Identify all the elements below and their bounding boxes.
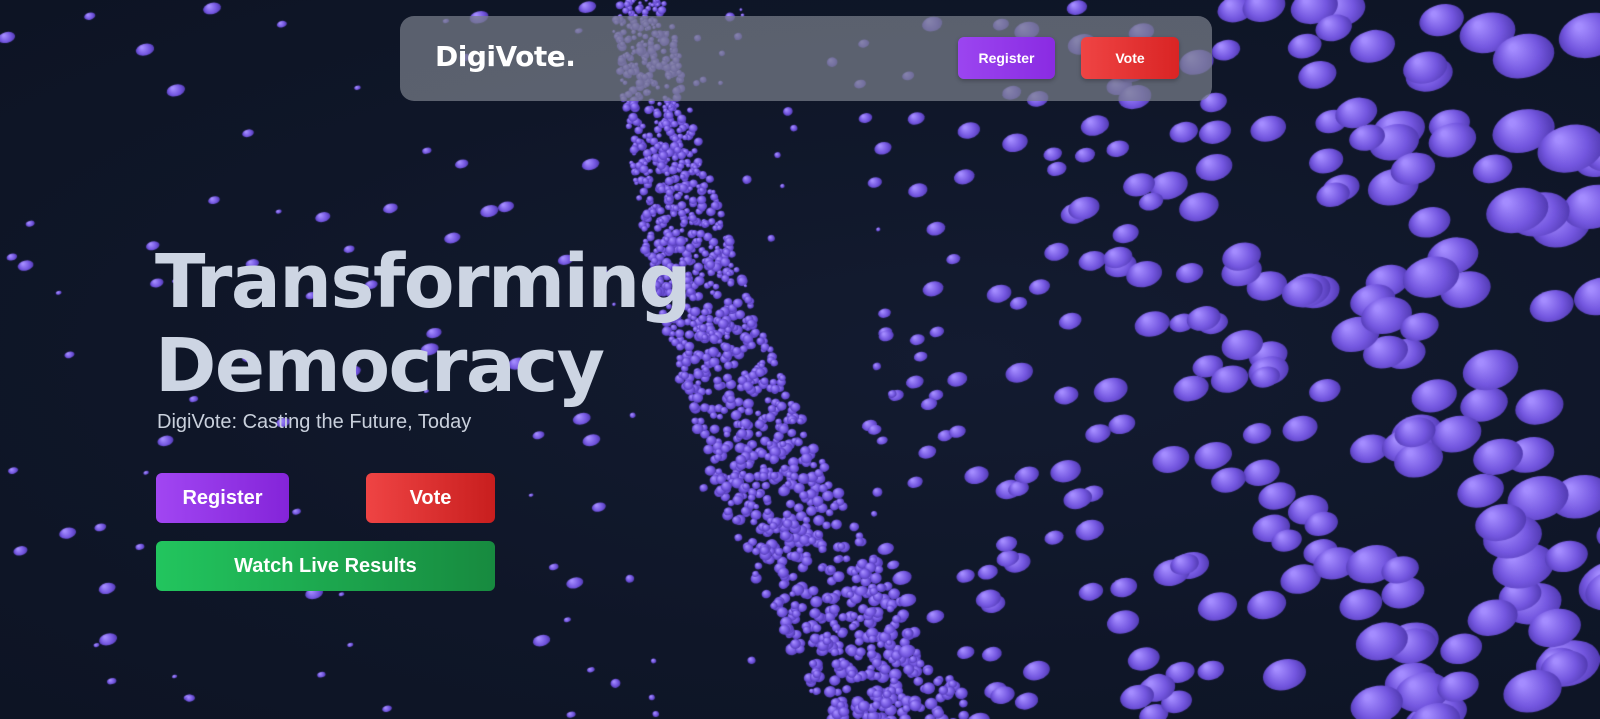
watch-live-results-button[interactable]: Watch Live Results bbox=[156, 541, 495, 591]
hero-register-button[interactable]: Register bbox=[156, 473, 289, 523]
hero-title: Transforming Democracy bbox=[155, 239, 692, 409]
hero-subtitle: DigiVote: Casting the Future, Today bbox=[157, 411, 472, 433]
hero-vote-button[interactable]: Vote bbox=[366, 473, 495, 523]
nav-register-button[interactable]: Register bbox=[958, 37, 1055, 79]
top-navbar: DigiVote. Register Vote bbox=[400, 16, 1212, 101]
brand-logo[interactable]: DigiVote. bbox=[435, 40, 576, 73]
landing-page: DigiVote. Register Vote Transforming Dem… bbox=[0, 0, 1600, 719]
hero-title-line-1: Transforming bbox=[155, 239, 692, 325]
hero-title-line-2: Democracy bbox=[155, 323, 605, 409]
nav-vote-button[interactable]: Vote bbox=[1081, 37, 1179, 79]
